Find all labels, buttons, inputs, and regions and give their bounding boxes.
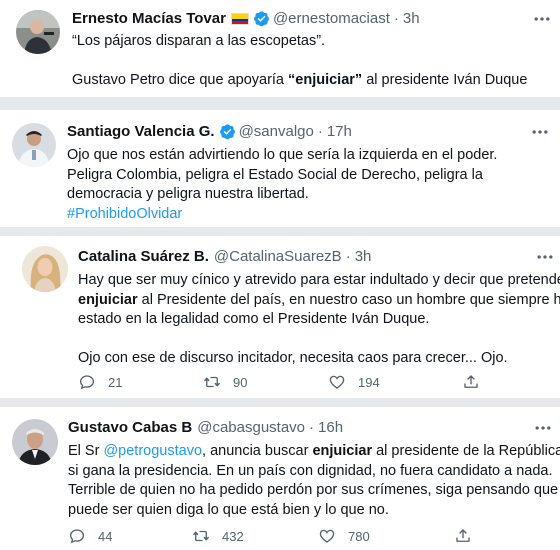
tweet-text-line: enjuiciar al Presidente del país, en nue… <box>78 291 560 311</box>
retweet-count: 90 <box>233 374 248 390</box>
colombia-flag-icon <box>230 12 249 25</box>
tweet-text: El Sr @petrogustavo, anuncia buscar enju… <box>68 442 560 520</box>
like-button[interactable]: 780 <box>318 527 454 545</box>
like-count: 194 <box>358 374 380 390</box>
timestamp[interactable]: 3h <box>403 10 420 27</box>
text-segment: Terrible de quien no ha pedido perdón po… <box>68 482 559 498</box>
timestamp[interactable]: 17h <box>327 123 352 140</box>
tweet-text-line: #ProhibidoOlvidar <box>67 205 497 225</box>
user-handle[interactable]: @CatalinaSuarezB <box>214 248 342 265</box>
bold-text: enjuiciar <box>78 291 138 308</box>
retweet-button[interactable]: 90 <box>203 373 328 391</box>
reply-icon <box>79 375 95 390</box>
text-segment: al presidente de la República <box>372 443 560 459</box>
like-count: 780 <box>348 528 370 544</box>
share-icon <box>456 529 470 542</box>
share-button[interactable] <box>454 527 472 545</box>
separator-dot: · <box>345 248 351 265</box>
like-icon <box>319 529 335 543</box>
tweet-text-line: Ojo con ese de discurso incitador, neces… <box>78 349 560 369</box>
tweet-text-line: Hay que ser muy cínico y atrevido para e… <box>78 271 560 291</box>
text-segment: al presidente Iván Duque <box>362 72 528 88</box>
avatar[interactable] <box>12 123 56 167</box>
share-icon <box>464 375 478 388</box>
verified-badge-icon <box>253 10 270 27</box>
display-name[interactable]: Santiago Valencia G. <box>67 123 215 140</box>
bold-text: enjuiciar <box>312 443 373 459</box>
tweet-text-line: si gana la presidencia. En un país con d… <box>68 462 560 482</box>
display-name[interactable]: Catalina Suárez B. <box>78 248 209 265</box>
user-handle[interactable]: @cabasgustavo <box>197 419 305 436</box>
bold-text: “enjuiciar” <box>288 72 363 88</box>
reply-button[interactable]: 21 <box>78 373 203 391</box>
more-options-icon[interactable] <box>535 247 555 267</box>
retweet-icon <box>203 376 221 388</box>
tweet-card-4[interactable]: Gustavo Cabas B @cabasgustavo · 16h El S… <box>0 407 560 550</box>
text-segment: Peligra Colombia, peligra el Estado Soci… <box>67 166 483 183</box>
user-handle[interactable]: @ernestomaciast <box>273 10 390 27</box>
tweet-text: “Los pájaros disparan a las escopetas”. … <box>72 32 527 91</box>
reply-button[interactable]: 44 <box>68 527 192 545</box>
tweet-text-line <box>72 52 527 72</box>
like-icon <box>329 375 345 389</box>
text-segment: Gustavo Petro dice que apoyaría <box>72 72 289 88</box>
text-segment: Ojo que nos están advirtiendo lo que ser… <box>67 147 498 163</box>
tweet-card-3[interactable]: Catalina Suárez B. @CatalinaSuarezB · 3h… <box>0 236 560 398</box>
text-segment: estado en la legalidad como el President… <box>78 311 430 327</box>
tweet-text-line <box>78 330 560 350</box>
tweet-text-line: democracia y peligra nuestra libertad. <box>67 185 497 205</box>
reply-count: 44 <box>98 528 113 544</box>
display-name[interactable]: Ernesto Macías Tovar <box>72 10 226 27</box>
share-button[interactable] <box>462 373 480 391</box>
retweet-icon <box>192 530 210 542</box>
avatar[interactable] <box>16 10 60 54</box>
tweet-text-line: Ojo que nos están advirtiendo lo que ser… <box>67 146 497 166</box>
retweet-button[interactable]: 432 <box>192 527 318 545</box>
display-name[interactable]: Gustavo Cabas B <box>68 419 192 436</box>
text-segment: Hay que ser muy cínico y atrevido para e… <box>78 272 560 288</box>
tweet-text: Hay que ser muy cínico y atrevido para e… <box>78 271 560 369</box>
reply-icon <box>69 529 85 544</box>
text-segment: El Sr <box>68 443 104 459</box>
more-options-icon[interactable] <box>532 9 552 29</box>
tweet-text-line: estado en la legalidad como el President… <box>78 310 560 330</box>
avatar[interactable] <box>12 419 58 465</box>
separator-dot: · <box>309 419 315 436</box>
tweet-text: Ojo que nos están advirtiendo lo que ser… <box>67 146 497 224</box>
text-segment: puede ser quien diga lo que está bien y … <box>68 501 389 518</box>
tweet-text-line: Peligra Colombia, peligra el Estado Soci… <box>67 166 497 186</box>
verified-badge-icon <box>219 123 236 140</box>
text-segment: , anuncia buscar <box>202 443 313 459</box>
hashtag-link[interactable]: #ProhibidoOlvidar <box>67 206 182 222</box>
tweet-text-line: puede ser quien diga lo que está bien y … <box>68 501 560 521</box>
text-segment: democracia y peligra nuestra libertad. <box>67 186 309 202</box>
tweet-text-line: Terrible de quien no ha pedido perdón po… <box>68 481 560 501</box>
avatar[interactable] <box>22 246 68 292</box>
user-handle[interactable]: @sanvalgo <box>239 123 314 140</box>
more-options-icon[interactable] <box>530 122 550 142</box>
like-button[interactable]: 194 <box>328 373 462 391</box>
text-segment: Ojo con ese de discurso incitador, neces… <box>78 350 508 366</box>
timestamp[interactable]: 3h <box>355 248 372 265</box>
separator-dot: · <box>317 123 323 140</box>
mention-link[interactable]: @petrogustavo <box>103 443 202 459</box>
tweet-text-line: Gustavo Petro dice que apoyaría “enjuici… <box>72 71 527 91</box>
text-segment: “Los pájaros disparan a las escopetas”. <box>72 33 326 49</box>
text-segment: si gana la presidencia. En un país con d… <box>68 462 553 479</box>
tweet-card-2[interactable]: Santiago Valencia G. @sanvalgo · 17h Ojo… <box>0 110 560 227</box>
reply-count: 21 <box>108 374 123 390</box>
tweet-text-line: “Los pájaros disparan a las escopetas”. <box>72 32 527 52</box>
tweet-text-line: El Sr @petrogustavo, anuncia buscar enju… <box>68 442 560 462</box>
tweet-card-1[interactable]: Ernesto Macías Tovar @ernestomaciast · 3… <box>0 0 560 97</box>
separator-dot: · <box>393 10 399 27</box>
more-options-icon[interactable] <box>533 418 553 438</box>
text-segment: al Presidente del país, en nuestro caso … <box>137 291 560 308</box>
retweet-count: 432 <box>222 528 244 544</box>
timestamp[interactable]: 16h <box>318 419 343 436</box>
